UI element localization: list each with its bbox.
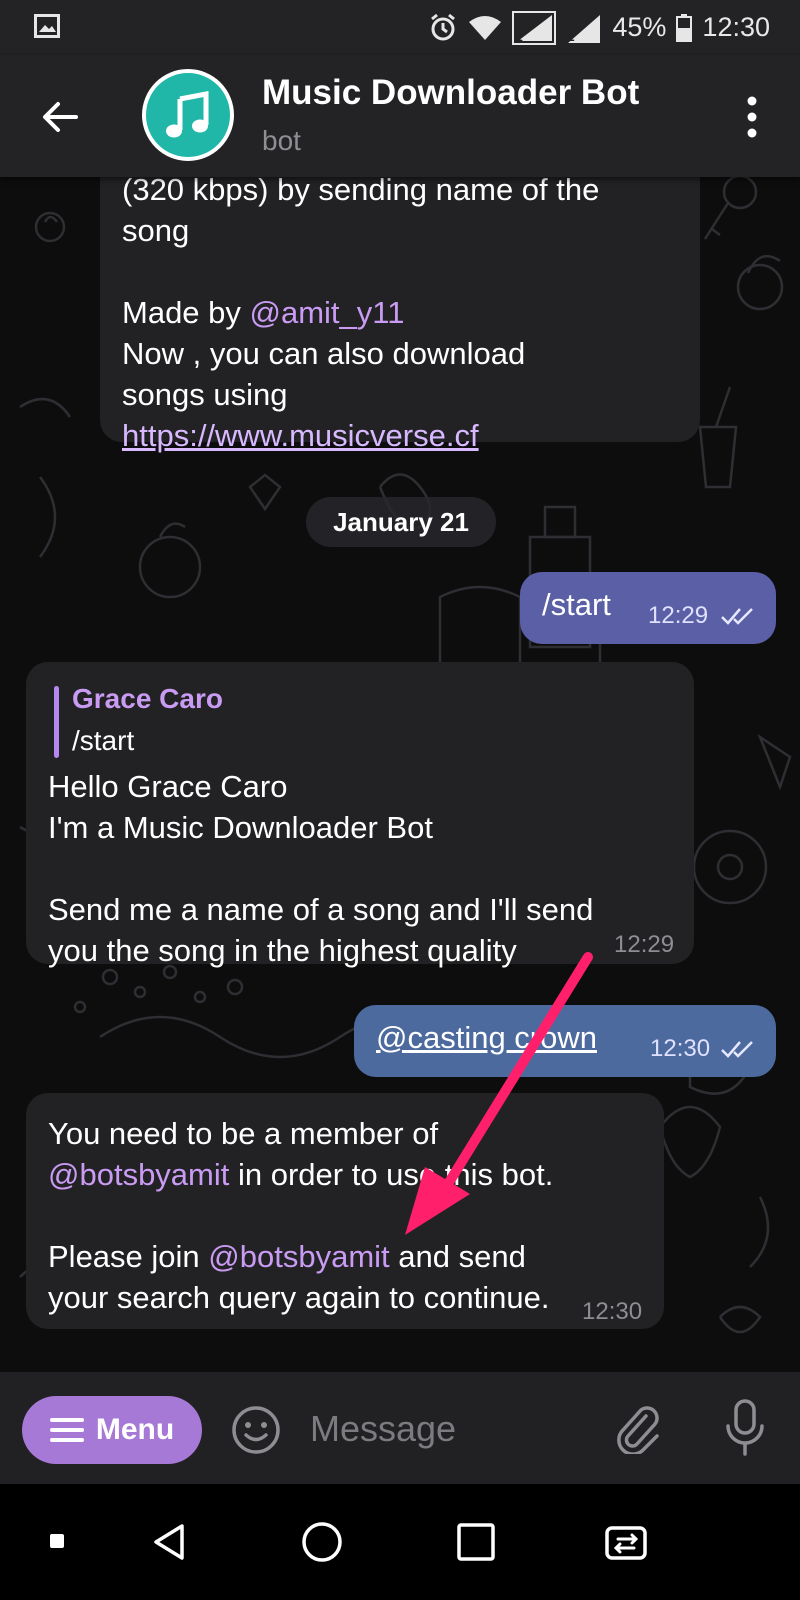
microphone-icon[interactable]	[722, 1398, 768, 1458]
status-icons: 1 2 45% 12:30	[428, 0, 770, 55]
message-input[interactable]	[308, 1402, 582, 1456]
recents-square-icon[interactable]	[456, 1522, 496, 1562]
more-options-icon[interactable]	[744, 95, 760, 139]
chat-header: Music Downloader Bot bot	[0, 55, 800, 177]
menu-button[interactable]: Menu	[22, 1396, 202, 1464]
music-note-icon	[166, 91, 209, 138]
menu-button-label: Menu	[95, 1413, 175, 1446]
annotation-arrow	[405, 952, 593, 1235]
battery-icon	[676, 13, 693, 42]
sim2-signal-icon: 2	[568, 14, 601, 44]
back-triangle-icon[interactable]	[150, 1522, 190, 1562]
paperclip-icon[interactable]	[612, 1402, 664, 1454]
hamburger-icon	[49, 1418, 84, 1442]
switch-apps-icon[interactable]	[604, 1520, 654, 1564]
battery-percent: 45%	[612, 12, 667, 42]
chat-messages[interactable]: (320 kbps) by sending name of the song M…	[0, 177, 800, 1372]
emoji-icon[interactable]	[230, 1404, 282, 1456]
message-input-bar: Menu	[0, 1372, 800, 1484]
chat-title[interactable]: Music Downloader Bot	[262, 73, 639, 113]
chat-subtitle: bot	[262, 125, 301, 156]
bot-avatar[interactable]	[142, 69, 234, 161]
alarm-icon	[431, 13, 456, 40]
sim1-signal-icon: 1	[512, 10, 557, 45]
system-navigation-bar	[0, 1484, 800, 1600]
svg-text:2: 2	[568, 30, 575, 44]
back-arrow-icon[interactable]	[36, 93, 84, 141]
home-circle-icon[interactable]	[300, 1520, 344, 1564]
square-dot-icon[interactable]	[48, 1532, 66, 1550]
clock: 12:30	[702, 12, 770, 42]
wifi-icon	[469, 15, 502, 40]
status-bar: 1 2 45% 12:30	[0, 0, 800, 55]
svg-text:1: 1	[516, 30, 523, 44]
image-icon	[34, 14, 60, 38]
